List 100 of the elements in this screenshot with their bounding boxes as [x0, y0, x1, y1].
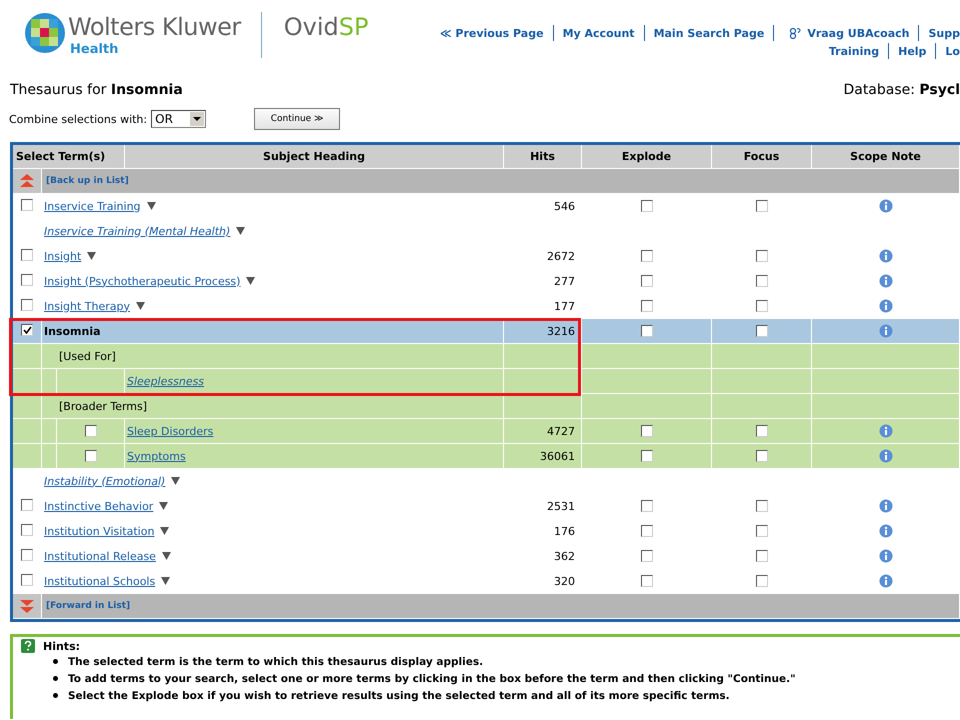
info-icon[interactable]: [878, 574, 892, 588]
continue-button[interactable]: Continue ≫: [254, 108, 340, 130]
dropdown-triangle-icon[interactable]: [171, 477, 180, 485]
focus-checkbox[interactable]: [756, 275, 768, 287]
section-label: [Used For]: [42, 344, 504, 368]
checkbox[interactable]: [21, 199, 33, 211]
term-link[interactable]: Instinctive Behavior: [44, 500, 154, 512]
focus-checkbox[interactable]: [756, 575, 768, 587]
nav-link[interactable]: Supp: [928, 26, 960, 40]
explode-checkbox[interactable]: [640, 575, 652, 587]
term-link[interactable]: Symptoms: [127, 450, 186, 462]
page-title: Thesaurus for Insomnia: [10, 82, 183, 98]
nav-link[interactable]: Main Search Page: [654, 26, 764, 40]
info-icon[interactable]: [878, 299, 892, 313]
focus-checkbox[interactable]: [756, 250, 768, 262]
focus-checkbox[interactable]: [756, 425, 768, 437]
column-header: Hits: [504, 145, 582, 168]
focus-checkbox[interactable]: [756, 200, 768, 212]
term-link[interactable]: Insight Therapy: [44, 300, 130, 312]
term-link[interactable]: Inservice Training: [44, 200, 141, 212]
info-icon[interactable]: [878, 524, 892, 538]
info-icon[interactable]: [878, 324, 892, 338]
term-link[interactable]: Insight: [44, 250, 82, 262]
term-link[interactable]: Institutional Schools: [44, 574, 156, 588]
nav-link[interactable]: Vraag UBAcoach: [807, 26, 910, 40]
hits-count: 362: [504, 544, 582, 568]
focus-checkbox[interactable]: [756, 325, 768, 337]
hits-count: 177: [504, 294, 582, 318]
checkbox[interactable]: [21, 324, 33, 336]
product-logo: OvidSP: [284, 12, 368, 42]
nav-link[interactable]: Lo: [945, 44, 960, 58]
hits-count: 2531: [504, 494, 582, 518]
hint-text: To add terms to your search, select one or more terms by clicking in the box before the term and then clicking "Continue.": [68, 672, 796, 684]
term-link[interactable]: Insight (Psychotherapeutic Process): [44, 274, 240, 288]
explode-checkbox[interactable]: [640, 200, 652, 212]
info-icon[interactable]: [878, 424, 892, 438]
nav-link[interactable]: Training: [828, 44, 880, 58]
hint-text: Select the Explode box if you wish to retrieve results using the selected term and all of its more specific terms.: [68, 690, 730, 702]
focus-checkbox[interactable]: [756, 300, 768, 312]
explode-checkbox[interactable]: [640, 250, 652, 262]
dropdown-triangle-icon[interactable]: [87, 252, 96, 260]
term-link[interactable]: Instability (Emotional): [44, 474, 166, 488]
term-name: Insomnia: [44, 324, 101, 338]
checkbox[interactable]: [21, 499, 33, 511]
explode-checkbox[interactable]: [640, 450, 652, 462]
hints-title: Hints:: [43, 640, 80, 652]
checkbox[interactable]: [21, 524, 33, 536]
term-link[interactable]: Sleep Disorders: [127, 424, 214, 438]
dropdown-triangle-icon[interactable]: [146, 202, 156, 210]
dropdown-triangle-icon[interactable]: [160, 527, 170, 535]
bullet-icon: [53, 659, 58, 664]
checkbox[interactable]: [84, 450, 96, 462]
dropdown-triangle-icon[interactable]: [136, 302, 145, 310]
focus-checkbox[interactable]: [756, 525, 768, 537]
term-link[interactable]: Sleeplessness: [127, 374, 204, 388]
checkbox[interactable]: [21, 574, 33, 586]
hits-count: 546: [504, 194, 582, 218]
dropdown-triangle-icon[interactable]: [159, 502, 168, 510]
dropdown-triangle-icon[interactable]: [162, 552, 171, 560]
info-icon[interactable]: [878, 549, 892, 563]
checkbox[interactable]: [21, 249, 33, 261]
term-link[interactable]: Inservice Training (Mental Health): [44, 224, 230, 238]
dropdown-triangle-icon[interactable]: [246, 277, 256, 285]
info-icon[interactable]: [878, 274, 892, 288]
nav-link[interactable]: My Account: [562, 26, 635, 40]
database-label: Database: Psycl: [843, 82, 960, 98]
explode-checkbox[interactable]: [640, 425, 652, 437]
nav-link[interactable]: Help: [898, 44, 926, 58]
explode-checkbox[interactable]: [640, 300, 652, 312]
column-header: Scope Note: [812, 145, 960, 168]
explode-checkbox[interactable]: [640, 525, 652, 537]
info-icon[interactable]: [878, 449, 892, 463]
combine-select[interactable]: OR: [151, 110, 206, 128]
dropdown-triangle-icon[interactable]: [161, 577, 170, 585]
focus-checkbox[interactable]: [756, 450, 768, 462]
checkbox[interactable]: [21, 274, 33, 286]
explode-checkbox[interactable]: [640, 325, 652, 337]
dropdown-triangle-icon[interactable]: [236, 227, 246, 235]
info-icon[interactable]: [878, 199, 892, 213]
info-icon[interactable]: [878, 249, 892, 263]
info-icon[interactable]: [878, 499, 892, 513]
hits-count: 176: [504, 519, 582, 543]
checkbox[interactable]: [21, 549, 33, 561]
column-header: Focus: [712, 145, 812, 168]
checkbox[interactable]: [21, 299, 33, 311]
checkbox[interactable]: [84, 425, 96, 437]
hits-count: 3216: [504, 319, 582, 343]
explode-checkbox[interactable]: [640, 500, 652, 512]
focus-checkbox[interactable]: [756, 550, 768, 562]
hits-count: 2672: [504, 244, 582, 268]
explode-checkbox[interactable]: [640, 275, 652, 287]
explode-checkbox[interactable]: [640, 550, 652, 562]
term-link[interactable]: Institution Visitation: [44, 524, 154, 538]
term-link[interactable]: Institutional Release: [44, 550, 156, 562]
person-question-icon: [789, 27, 802, 39]
brand-subtitle: Health: [70, 42, 120, 57]
hits-count: 277: [504, 269, 582, 293]
bullet-icon: [53, 676, 58, 681]
nav-link[interactable]: ≪ Previous Page: [440, 26, 544, 40]
focus-checkbox[interactable]: [756, 500, 768, 512]
